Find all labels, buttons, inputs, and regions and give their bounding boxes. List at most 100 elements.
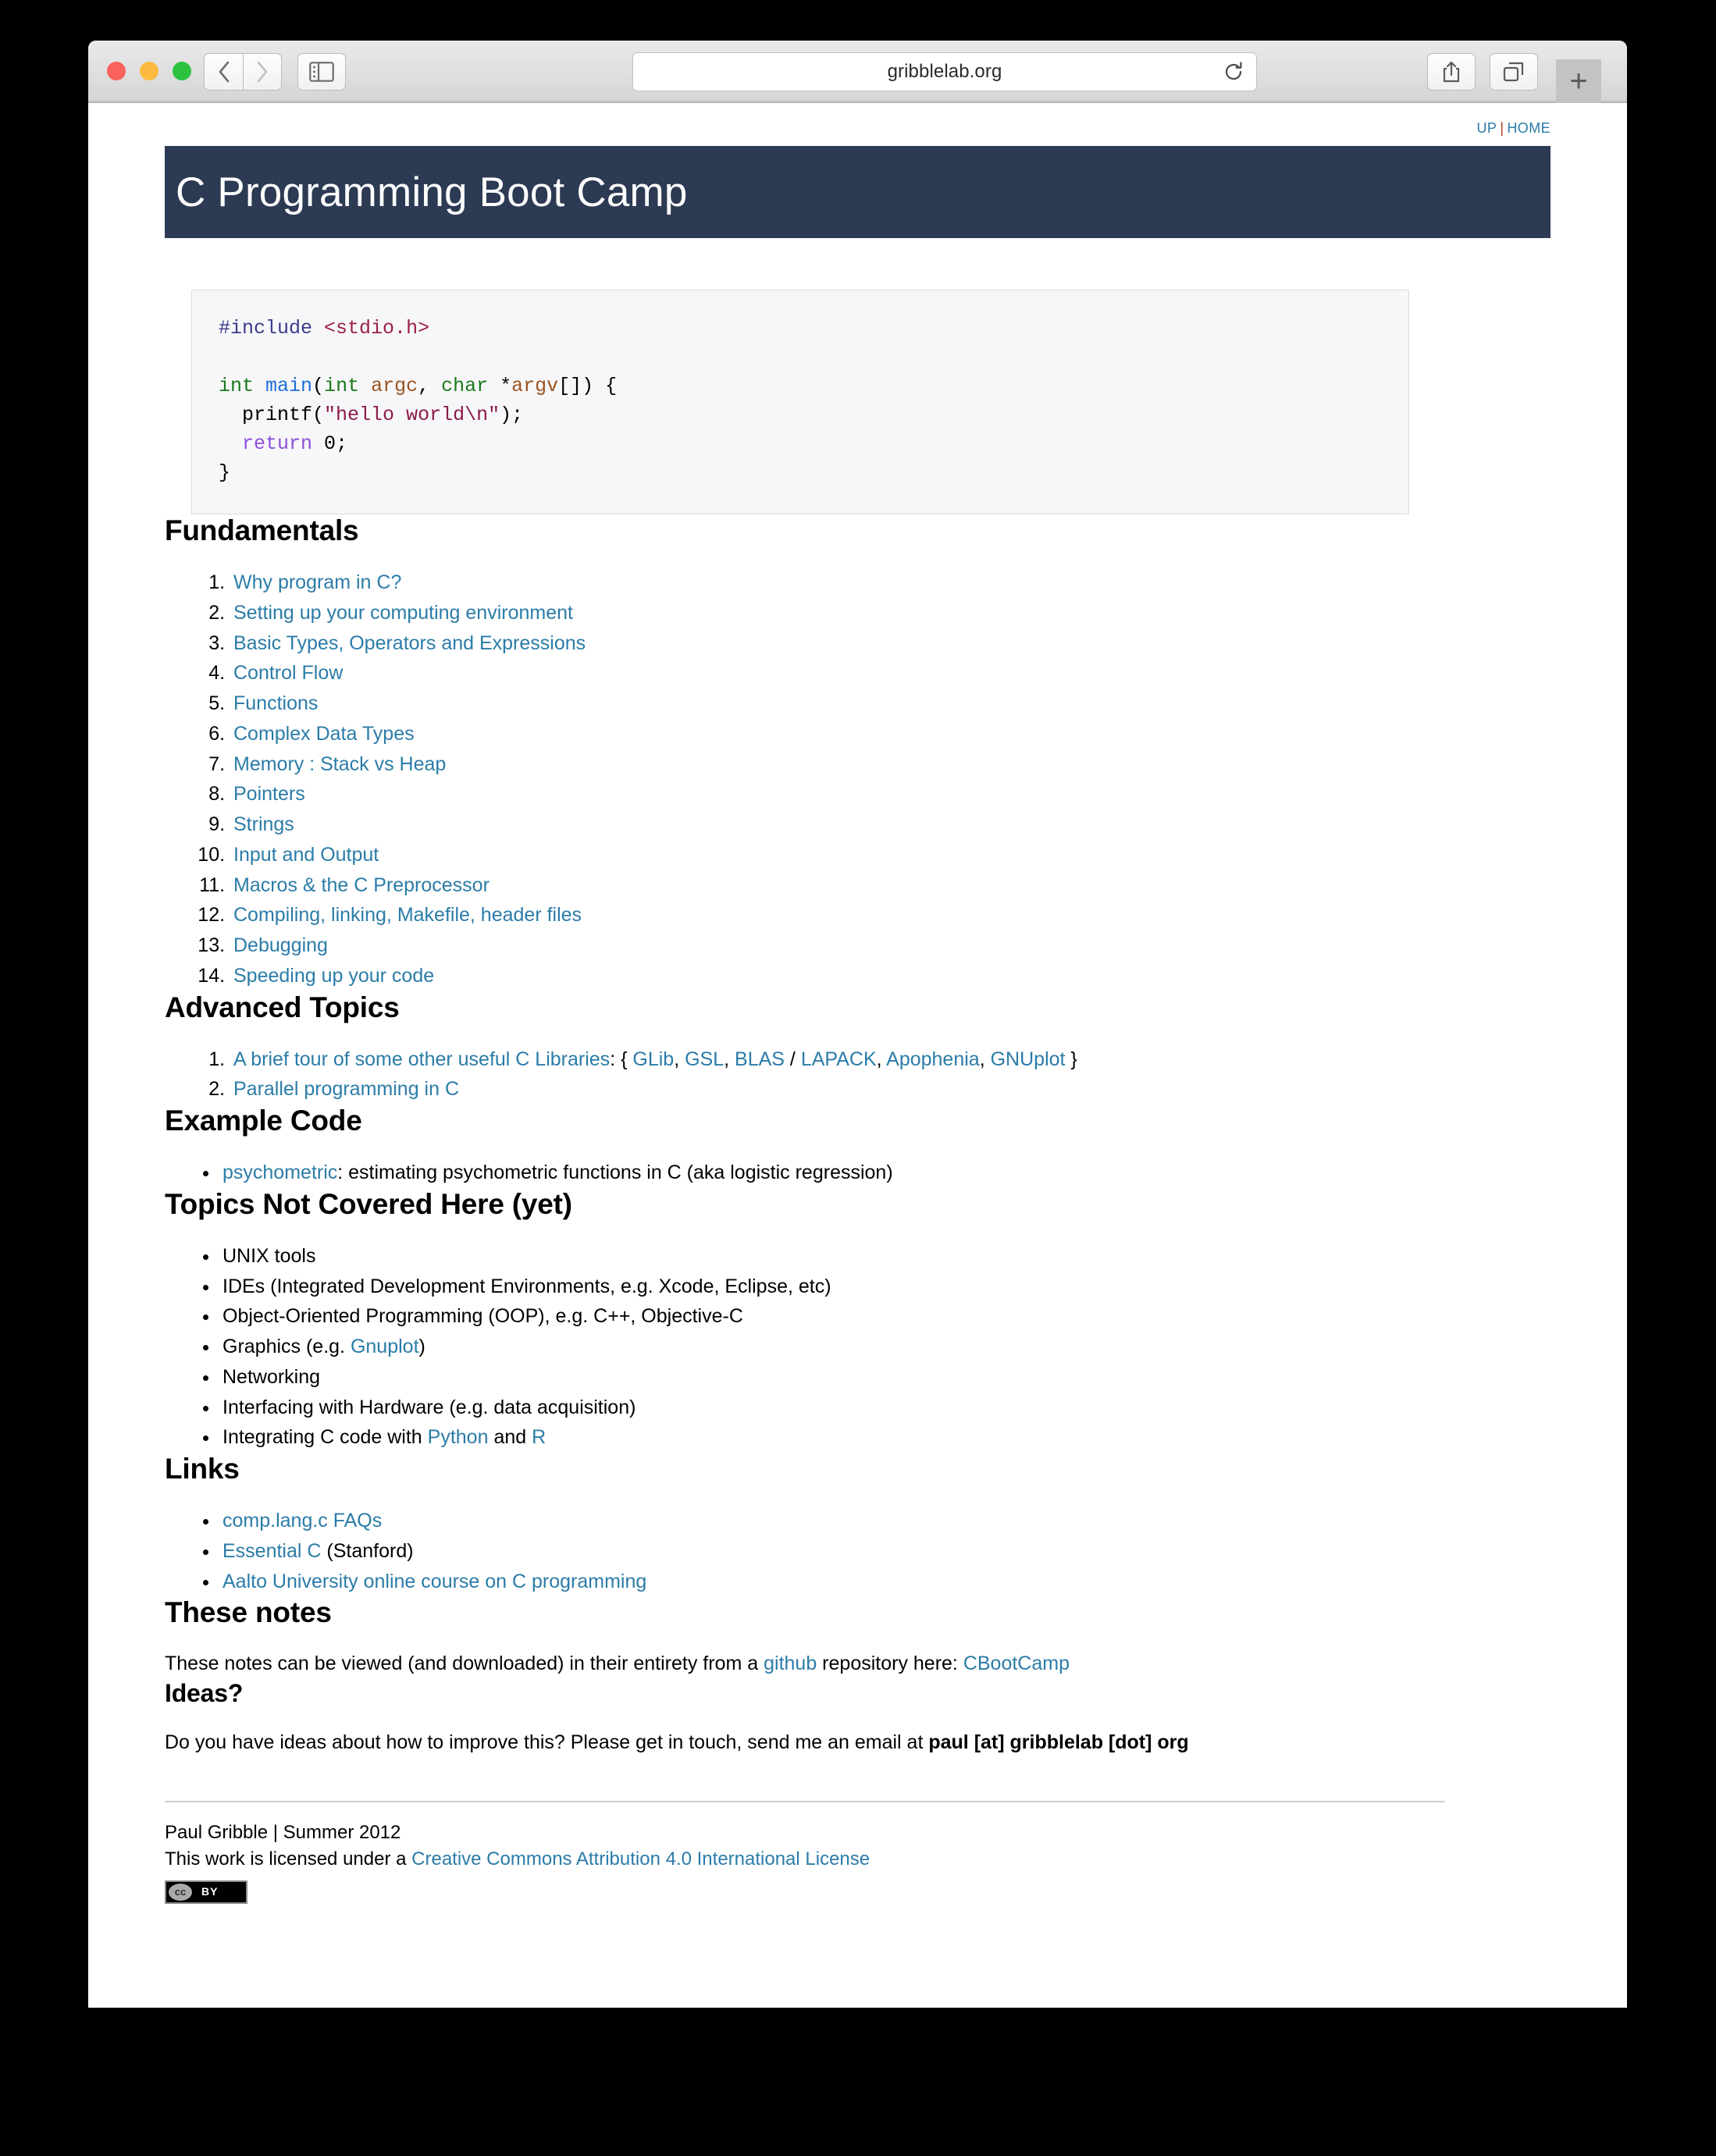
page-title: C Programming Boot Camp: [176, 169, 688, 215]
fundamentals-link-7[interactable]: Memory : Stack vs Heap: [233, 753, 446, 775]
not-covered-link-python[interactable]: Python: [428, 1426, 489, 1448]
fundamentals-link-11[interactable]: Macros & the C Preprocessor: [233, 874, 490, 896]
link-cc-license[interactable]: Creative Commons Attribution 4.0 Interna…: [411, 1848, 870, 1870]
link-essential-c[interactable]: Essential C: [223, 1540, 321, 1562]
link-aalto-course[interactable]: Aalto University online course on C prog…: [223, 1571, 646, 1592]
link-essential-c-suffix: (Stanford): [321, 1539, 414, 1562]
list-item[interactable]: Debugging: [230, 930, 1550, 961]
list-item[interactable]: Aalto University online course on C prog…: [219, 1567, 1550, 1597]
sidebar-button[interactable]: [297, 53, 346, 91]
new-tab-button[interactable]: +: [1556, 59, 1601, 103]
tabs-button[interactable]: [1490, 53, 1538, 91]
heading-links: Links: [165, 1453, 240, 1485]
lib-link-glib[interactable]: GLib: [632, 1048, 674, 1070]
fundamentals-link-3[interactable]: Basic Types, Operators and Expressions: [233, 632, 586, 654]
list-item[interactable]: Memory : Stack vs Heap: [230, 749, 1550, 780]
not-covered-graphics-prefix: Graphics (e.g.: [223, 1336, 351, 1357]
list-item[interactable]: Setting up your computing environment: [230, 598, 1550, 628]
list-item[interactable]: Complex Data Types: [230, 719, 1550, 749]
creative-commons-badge[interactable]: cc BY: [165, 1880, 247, 1905]
browser-toolbar: gribblelab.org +: [88, 41, 1627, 103]
list-item[interactable]: comp.lang.c FAQs: [219, 1506, 1550, 1536]
window-controls: [107, 62, 191, 80]
advanced-link-parallel[interactable]: Parallel programming in C: [233, 1078, 459, 1100]
lib-link-apophenia[interactable]: Apophenia: [886, 1048, 980, 1070]
lib-link-blas[interactable]: BLAS: [735, 1048, 785, 1070]
list-item[interactable]: Control Flow: [230, 658, 1550, 688]
fundamentals-link-1[interactable]: Why program in C?: [233, 571, 401, 593]
code-token-printf: printf: [242, 404, 313, 426]
these-notes-middle: repository here:: [817, 1653, 963, 1675]
close-window-button[interactable]: [107, 62, 126, 80]
fundamentals-link-14[interactable]: Speeding up your code: [233, 965, 434, 987]
tabs-icon: [1503, 62, 1524, 82]
plus-icon: +: [1569, 64, 1588, 98]
footer-license-line: This work is licensed under a Creative C…: [165, 1846, 1550, 1873]
link-comp-lang-c-faqs[interactable]: comp.lang.c FAQs: [223, 1510, 382, 1532]
footer-divider: [165, 1801, 1445, 1803]
list-item[interactable]: Compiling, linking, Makefile, header fil…: [230, 900, 1550, 930]
url-text: gribblelab.org: [887, 61, 1002, 82]
list-item[interactable]: Essential C (Stanford): [219, 1536, 1550, 1567]
fundamentals-link-5[interactable]: Functions: [233, 692, 318, 714]
reload-button[interactable]: [1222, 60, 1245, 84]
list-item[interactable]: Why program in C?: [230, 567, 1550, 598]
example-code-list: psychometric: estimating psychometric fu…: [165, 1158, 1550, 1188]
lib-link-gnuplot[interactable]: GNUplot: [991, 1048, 1066, 1070]
advanced-colon: : {: [610, 1048, 633, 1070]
fundamentals-link-8[interactable]: Pointers: [233, 783, 305, 805]
heading-ideas: Ideas?: [165, 1678, 244, 1707]
list-item[interactable]: Functions: [230, 688, 1550, 719]
maximize-window-button[interactable]: [173, 62, 191, 80]
link-github[interactable]: github: [764, 1653, 817, 1674]
list-item: Networking: [219, 1362, 1550, 1393]
page-footer: Paul Gribble | Summer 2012 This work is …: [165, 1820, 1550, 1905]
list-item[interactable]: Basic Types, Operators and Expressions: [230, 628, 1550, 659]
list-item[interactable]: Parallel programming in C: [230, 1074, 1550, 1105]
example-link-psychometric[interactable]: psychometric: [223, 1162, 337, 1183]
fundamentals-link-2[interactable]: Setting up your computing environment: [233, 602, 573, 624]
nav-home-link[interactable]: HOME: [1507, 120, 1550, 136]
not-covered-oop: Object-Oriented Programming (OOP), e.g. …: [223, 1305, 743, 1328]
list-item[interactable]: Macros & the C Preprocessor: [230, 870, 1550, 901]
fundamentals-link-12[interactable]: Compiling, linking, Makefile, header fil…: [233, 904, 582, 926]
footer-author-line: Paul Gribble | Summer 2012: [165, 1822, 401, 1844]
chevron-right-icon: [257, 61, 268, 83]
nav-separator: |: [1500, 120, 1504, 136]
not-covered-unix: UNIX tools: [223, 1244, 316, 1267]
list-item[interactable]: A brief tour of some other useful C Libr…: [230, 1044, 1550, 1075]
fundamentals-link-10[interactable]: Input and Output: [233, 844, 379, 866]
fundamentals-link-6[interactable]: Complex Data Types: [233, 723, 415, 745]
list-item: Graphics (e.g. Gnuplot): [219, 1332, 1550, 1362]
forward-button[interactable]: [243, 53, 282, 91]
list-item[interactable]: psychometric: estimating psychometric fu…: [219, 1158, 1550, 1188]
nav-up-link[interactable]: UP: [1477, 120, 1497, 136]
advanced-link-libraries[interactable]: A brief tour of some other useful C Libr…: [233, 1048, 610, 1070]
list-item[interactable]: Pointers: [230, 779, 1550, 809]
list-item: UNIX tools: [219, 1241, 1550, 1272]
minimize-window-button[interactable]: [140, 62, 158, 80]
not-covered-link-gnuplot[interactable]: Gnuplot: [351, 1336, 419, 1357]
code-token-include: #include: [219, 317, 313, 340]
sidebar-icon: [309, 62, 334, 82]
back-button[interactable]: [204, 53, 243, 91]
site-header-banner: C Programming Boot Camp: [165, 146, 1550, 238]
list-item: IDEs (Integrated Development Environment…: [219, 1272, 1550, 1302]
heading-fundamentals: Fundamentals: [165, 514, 359, 546]
fundamentals-link-4[interactable]: Control Flow: [233, 662, 343, 684]
list-item[interactable]: Speeding up your code: [230, 961, 1550, 991]
not-covered-link-r[interactable]: R: [532, 1426, 546, 1448]
share-button[interactable]: [1427, 53, 1476, 91]
cc-icon: cc: [169, 1884, 192, 1902]
list-item[interactable]: Strings: [230, 809, 1550, 840]
fundamentals-link-9[interactable]: Strings: [233, 813, 294, 835]
reload-icon: [1225, 62, 1242, 80]
not-covered-graphics-suffix: ): [418, 1336, 425, 1357]
list-item[interactable]: Input and Output: [230, 840, 1550, 870]
lib-link-gsl[interactable]: GSL: [685, 1048, 724, 1070]
code-token-header: <stdio.h>: [324, 317, 430, 340]
lib-link-lapack[interactable]: LAPACK: [801, 1048, 877, 1070]
fundamentals-link-13[interactable]: Debugging: [233, 934, 328, 956]
address-bar[interactable]: gribblelab.org: [632, 52, 1257, 91]
link-cbootcamp-repo[interactable]: CBootCamp: [963, 1653, 1070, 1674]
